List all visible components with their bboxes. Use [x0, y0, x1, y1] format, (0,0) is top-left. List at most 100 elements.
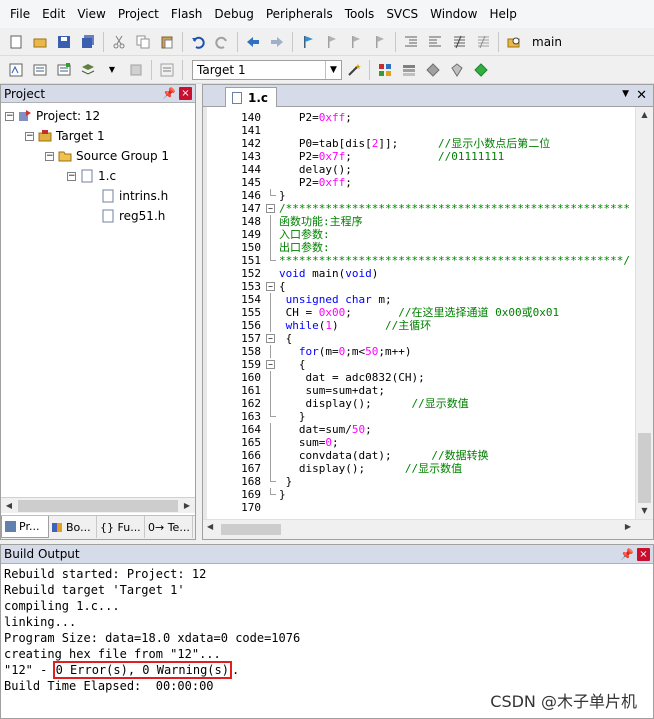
- save-all-button[interactable]: [78, 32, 98, 52]
- manage-project-button[interactable]: [375, 60, 395, 80]
- nav-back-button[interactable]: [243, 32, 263, 52]
- code-line[interactable]: 146}: [203, 189, 635, 202]
- indent-button[interactable]: [401, 32, 421, 52]
- download-button[interactable]: [157, 60, 177, 80]
- rebuild-button[interactable]: [54, 60, 74, 80]
- scroll-down-icon[interactable]: ▼: [636, 503, 653, 519]
- pack-installer-button[interactable]: [423, 60, 443, 80]
- tree-item-header[interactable]: reg51.h: [101, 207, 165, 225]
- code-line[interactable]: 143 P2=0x7f; //01111111: [203, 150, 635, 163]
- fold-toggle[interactable]: −: [266, 334, 275, 343]
- code-line[interactable]: 150 出口参数:: [203, 241, 635, 254]
- run-time-env-button[interactable]: [471, 60, 491, 80]
- menu-item-flash[interactable]: Flash: [165, 0, 208, 28]
- code-line[interactable]: 169}: [203, 488, 635, 501]
- pin-icon[interactable]: 📌: [162, 87, 176, 100]
- paste-button[interactable]: [157, 32, 177, 52]
- tree-item-source-group[interactable]: − Source Group 1: [45, 147, 169, 165]
- code-line[interactable]: 141: [203, 124, 635, 137]
- prev-bookmark-button[interactable]: [322, 32, 342, 52]
- code-area[interactable]: 140 P2=0xff; 141 142 P0=tab[dis[2]]; //显示小…: [203, 107, 635, 519]
- pin-icon[interactable]: 📌: [620, 548, 634, 561]
- clear-bookmarks-button[interactable]: [370, 32, 390, 52]
- next-bookmark-button[interactable]: [346, 32, 366, 52]
- fold-toggle[interactable]: −: [266, 204, 275, 213]
- code-line[interactable]: 148 函数功能:主程序: [203, 215, 635, 228]
- file-extensions-button[interactable]: [399, 60, 419, 80]
- tab-templates[interactable]: 0→ Te...: [145, 516, 193, 538]
- fold-toggle[interactable]: −: [266, 360, 275, 369]
- bookmark-button[interactable]: [298, 32, 318, 52]
- code-line[interactable]: 140 P2=0xff;: [203, 111, 635, 124]
- tab-project[interactable]: Pr...: [1, 516, 49, 538]
- close-icon[interactable]: ×: [179, 87, 192, 100]
- code-line[interactable]: 165 sum=0;: [203, 436, 635, 449]
- code-line[interactable]: 151 *************************************…: [203, 254, 635, 267]
- tree-item-project[interactable]: − Project: 12: [5, 107, 100, 125]
- code-line[interactable]: 153−{: [203, 280, 635, 293]
- close-icon[interactable]: ×: [637, 547, 650, 561]
- batch-build-button[interactable]: [78, 60, 98, 80]
- menu-item-window[interactable]: Window: [424, 0, 483, 28]
- code-line[interactable]: 156 while(1) //主循环: [203, 319, 635, 332]
- code-line[interactable]: 144 delay();: [203, 163, 635, 176]
- close-icon[interactable]: ✕: [636, 88, 647, 103]
- tab-functions[interactable]: {} Fu...: [97, 516, 145, 538]
- code-line[interactable]: 154 unsigned char m;: [203, 293, 635, 306]
- target-select[interactable]: Target 1 ▼: [192, 59, 342, 80]
- tab-1c[interactable]: 1.c: [225, 87, 277, 107]
- menu-item-svcs[interactable]: SVCS: [380, 0, 424, 28]
- code-line[interactable]: 149 入口参数:: [203, 228, 635, 241]
- collapse-toggle[interactable]: −: [5, 111, 14, 121]
- menu-item-edit[interactable]: Edit: [36, 0, 71, 28]
- scroll-right-icon[interactable]: ▶: [625, 522, 631, 531]
- menu-item-file[interactable]: File: [4, 0, 36, 28]
- select-packs-button[interactable]: [447, 60, 467, 80]
- tree-item-target[interactable]: − Target 1: [25, 127, 105, 145]
- code-line[interactable]: 163 }: [203, 410, 635, 423]
- scroll-left-icon[interactable]: ◀: [1, 498, 17, 514]
- scroll-right-icon[interactable]: ▶: [179, 498, 195, 514]
- code-line[interactable]: 145 P2=0xff;: [203, 176, 635, 189]
- menu-item-peripherals[interactable]: Peripherals: [260, 0, 339, 28]
- tree-item-header[interactable]: intrins.h: [101, 187, 168, 205]
- editor-vscrollbar[interactable]: ▲ ▼: [635, 107, 653, 519]
- code-line[interactable]: 168 }: [203, 475, 635, 488]
- code-line[interactable]: 164 dat=sum/50;: [203, 423, 635, 436]
- code-line[interactable]: 158 for(m=0;m<50;m++): [203, 345, 635, 358]
- batch-dropdown[interactable]: ▼: [102, 60, 122, 80]
- code-line[interactable]: 166 convdata(dat); //数据转换: [203, 449, 635, 462]
- code-line[interactable]: 152 void main(void): [203, 267, 635, 280]
- menu-item-view[interactable]: View: [71, 0, 111, 28]
- code-line[interactable]: 162 display(); //显示数值: [203, 397, 635, 410]
- project-hscrollbar[interactable]: ◀ ▶: [1, 497, 195, 513]
- open-button[interactable]: [30, 32, 50, 52]
- undo-button[interactable]: [188, 32, 208, 52]
- code-line[interactable]: 147−/***********************************…: [203, 202, 635, 215]
- code-line[interactable]: 160 dat = adc0832(CH);: [203, 371, 635, 384]
- nav-forward-button[interactable]: [267, 32, 287, 52]
- scroll-left-icon[interactable]: ◀: [207, 522, 213, 531]
- uncomment-button[interactable]: [473, 32, 493, 52]
- tree-item-file-1c[interactable]: − 1.c: [67, 167, 116, 185]
- stop-build-button[interactable]: [126, 60, 146, 80]
- menu-item-tools[interactable]: Tools: [339, 0, 381, 28]
- redo-button[interactable]: [212, 32, 232, 52]
- collapse-toggle[interactable]: −: [45, 151, 54, 161]
- copy-button[interactable]: [133, 32, 153, 52]
- menu-item-debug[interactable]: Debug: [208, 0, 259, 28]
- save-button[interactable]: [54, 32, 74, 52]
- code-line[interactable]: 167 display(); //显示数值: [203, 462, 635, 475]
- scroll-thumb[interactable]: [221, 524, 281, 535]
- scroll-up-icon[interactable]: ▲: [636, 107, 653, 123]
- scroll-thumb[interactable]: [18, 499, 178, 512]
- translate-button[interactable]: [6, 60, 26, 80]
- comment-button[interactable]: [449, 32, 469, 52]
- code-line[interactable]: 142 P0=tab[dis[2]]; //显示小数点后第二位: [203, 137, 635, 150]
- code-line[interactable]: 161 sum=sum+dat;: [203, 384, 635, 397]
- collapse-toggle[interactable]: −: [67, 171, 76, 181]
- find-in-files-button[interactable]: [504, 32, 524, 52]
- code-line[interactable]: 170: [203, 501, 635, 514]
- unindent-button[interactable]: [425, 32, 445, 52]
- chevron-down-icon[interactable]: ▼: [622, 89, 629, 99]
